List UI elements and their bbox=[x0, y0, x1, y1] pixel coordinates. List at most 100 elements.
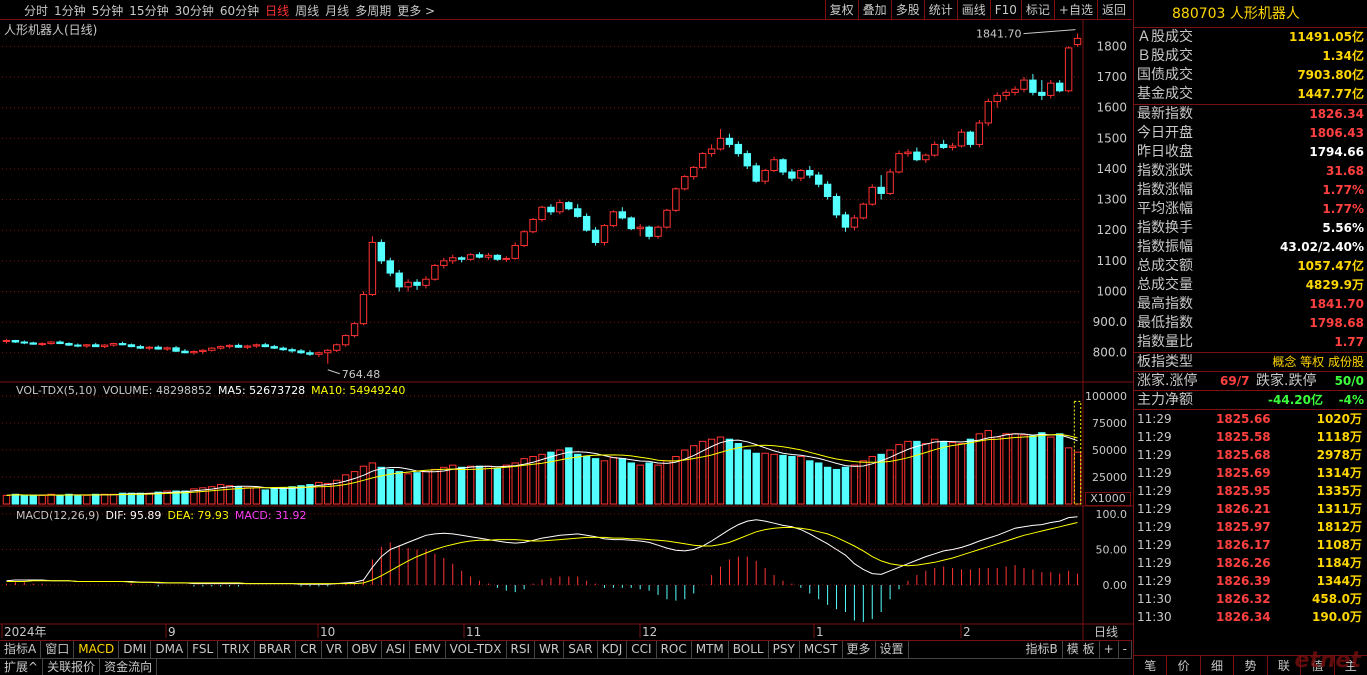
indicator-tab-item-1[interactable]: 窗口 bbox=[41, 641, 75, 658]
candle-body bbox=[520, 231, 528, 247]
tick-time: 11:29 bbox=[1137, 556, 1172, 570]
indicator-tab-psy-22[interactable]: PSY bbox=[769, 641, 800, 658]
chart-area[interactable]: 1800 1700 1600 1500 1400 1300 1200 1100 1000 900.… bbox=[0, 20, 1133, 640]
volume-bar bbox=[948, 441, 957, 505]
indicator-tab-asi-11[interactable]: ASI bbox=[382, 641, 411, 658]
indicator-tab-vr-9[interactable]: VR bbox=[322, 641, 348, 658]
candle-body bbox=[1002, 91, 1010, 96]
candle-body bbox=[591, 229, 600, 243]
period-tab-7[interactable]: 周线 bbox=[295, 2, 319, 19]
indicator-tab-boll-21[interactable]: BOLL bbox=[729, 641, 769, 658]
indicator-tab-brar-7[interactable]: BRAR bbox=[255, 641, 297, 658]
period-tab-1[interactable]: 1分钟 bbox=[54, 2, 86, 19]
indicator-tab-roc-19[interactable]: ROC bbox=[657, 641, 692, 658]
candle-body bbox=[493, 254, 502, 260]
indicator-tab-dma-4[interactable]: DMA bbox=[151, 641, 189, 658]
period-tab-2[interactable]: 5分钟 bbox=[92, 2, 124, 19]
period-tab-10[interactable]: 更多 > bbox=[397, 2, 435, 19]
panel-title[interactable]: 880703 人形机器人 bbox=[1134, 0, 1367, 28]
volume-bar bbox=[975, 433, 984, 505]
toolbar-btn-2[interactable]: 多股 bbox=[890, 0, 924, 20]
indicator-tab-cci-18[interactable]: CCI bbox=[627, 641, 657, 658]
toolbar-btn-4[interactable]: 画线 bbox=[956, 0, 990, 20]
indicator-tab-item-25[interactable]: 设置 bbox=[876, 641, 909, 658]
candle-body bbox=[752, 165, 760, 182]
indicator-right-btn-3[interactable]: - bbox=[1119, 641, 1132, 658]
candle-body bbox=[868, 186, 876, 205]
volume-bar bbox=[243, 487, 252, 505]
candle-body bbox=[83, 344, 91, 347]
indicator-tab-rsi-14[interactable]: RSI bbox=[507, 641, 536, 658]
toolbar-btn-0[interactable]: 复权 bbox=[824, 0, 858, 20]
indicator-tab-mcst-23[interactable]: MCST bbox=[800, 641, 843, 658]
indicator-tab-cr-8[interactable]: CR bbox=[296, 641, 322, 658]
candle-body bbox=[413, 281, 421, 286]
indicator-tab-obv-10[interactable]: OBV bbox=[348, 641, 383, 658]
toolbar-btn-7[interactable]: +自选 bbox=[1053, 0, 1097, 20]
indicator-tab-vol-tdx-13[interactable]: VOL-TDX bbox=[446, 641, 507, 658]
panel-tab-2[interactable]: 细 bbox=[1201, 656, 1235, 675]
indicator-tab-a-0[interactable]: 指标A bbox=[0, 641, 42, 658]
tick-row: 11:29 1825.97 1812万 bbox=[1134, 518, 1367, 536]
candle-body bbox=[65, 343, 73, 346]
panel-tab-3[interactable]: 势 bbox=[1234, 656, 1268, 675]
indicator-tab-wr-15[interactable]: WR bbox=[535, 641, 565, 658]
volume-tick-label: 25000 bbox=[1092, 471, 1127, 484]
period-tab-6[interactable]: 日线 bbox=[265, 2, 289, 19]
toolbar-btn-3[interactable]: 统计 bbox=[923, 0, 957, 20]
indicator-tab-trix-6[interactable]: TRIX bbox=[218, 641, 255, 658]
toolbar-btn-1[interactable]: 叠加 bbox=[857, 0, 891, 20]
candle-body bbox=[814, 174, 823, 185]
period-tab-5[interactable]: 60分钟 bbox=[220, 2, 259, 19]
bottom-bar-btn-1[interactable]: 关联报价 bbox=[43, 659, 101, 675]
period-tab-8[interactable]: 月线 bbox=[325, 2, 349, 19]
candle-body bbox=[11, 339, 20, 343]
indicator-tab-item-24[interactable]: 更多 bbox=[843, 641, 876, 658]
volume-bar bbox=[234, 486, 243, 505]
indicator-right-btn-1[interactable]: 模 板 bbox=[1063, 641, 1100, 658]
indicator-tab-mtm-20[interactable]: MTM bbox=[692, 641, 729, 658]
index-type-value[interactable]: 概念 等权 成份股 bbox=[1272, 353, 1364, 372]
tick-price: 1825.58 bbox=[1216, 430, 1271, 444]
indicator-tab-sar-16[interactable]: SAR bbox=[564, 641, 598, 658]
bottom-bar-btn-2[interactable]: 资金流向 bbox=[100, 659, 158, 675]
candle-body bbox=[252, 344, 261, 347]
candle-body bbox=[922, 154, 930, 161]
indicator-tab-dmi-3[interactable]: DMI bbox=[119, 641, 152, 658]
toolbar-btn-6[interactable]: 标记 bbox=[1020, 0, 1054, 20]
candle-body bbox=[1029, 79, 1037, 93]
tick-price: 1826.32 bbox=[1216, 592, 1271, 606]
panel-tab-1[interactable]: 价 bbox=[1167, 656, 1201, 675]
volume-bar bbox=[859, 460, 868, 505]
tick-price: 1825.66 bbox=[1216, 412, 1271, 426]
low-label: 764.48 bbox=[342, 368, 381, 381]
candle-body bbox=[913, 151, 921, 161]
app-window: { "toolbar":{"periods":["分时","1分钟","5分钟"… bbox=[0, 0, 1367, 675]
volume-bar bbox=[511, 462, 519, 505]
volume-bar bbox=[672, 455, 680, 505]
toolbar-btn-5[interactable]: F10 bbox=[989, 0, 1021, 20]
bottom-bar: 扩展^ 关联报价 资金流向 bbox=[0, 658, 1132, 675]
period-tab-0[interactable]: 分时 bbox=[24, 2, 48, 19]
candle-body bbox=[190, 351, 198, 354]
indicator-tab-macd-2[interactable]: MACD bbox=[74, 641, 120, 658]
indicator-right-btn-0[interactable]: 指标B bbox=[1022, 641, 1063, 658]
stat-row-3: 基金成交 1447.77亿 bbox=[1134, 85, 1367, 104]
panel-tab-0[interactable]: 笔 bbox=[1134, 656, 1168, 675]
period-tab-4[interactable]: 30分钟 bbox=[175, 2, 214, 19]
quote-value: 1794.66 bbox=[1309, 145, 1364, 159]
indicator-tab-emv-12[interactable]: EMV bbox=[410, 641, 446, 658]
candle-body bbox=[341, 335, 350, 346]
indicator-right-btn-2[interactable]: + bbox=[1100, 641, 1119, 658]
indicator-tab-kdj-17[interactable]: KDJ bbox=[598, 641, 628, 658]
toolbar-btn-8[interactable]: 返回 bbox=[1096, 0, 1130, 20]
tick-list[interactable]: 11:29 1825.66 1020万 11:29 1825.58 1118万 11:29 1… bbox=[1134, 410, 1367, 626]
price-tick-label: 1800 bbox=[1096, 39, 1127, 53]
indicator-tab-fsl-5[interactable]: FSL bbox=[188, 641, 219, 658]
bottom-bar-btn-0[interactable]: 扩展^ bbox=[0, 659, 44, 675]
period-tab-9[interactable]: 多周期 bbox=[355, 2, 391, 19]
candle-body bbox=[529, 218, 537, 233]
down-value: 50/0 bbox=[1334, 374, 1364, 388]
period-tab-3[interactable]: 15分钟 bbox=[129, 2, 168, 19]
candle-body bbox=[431, 264, 439, 280]
